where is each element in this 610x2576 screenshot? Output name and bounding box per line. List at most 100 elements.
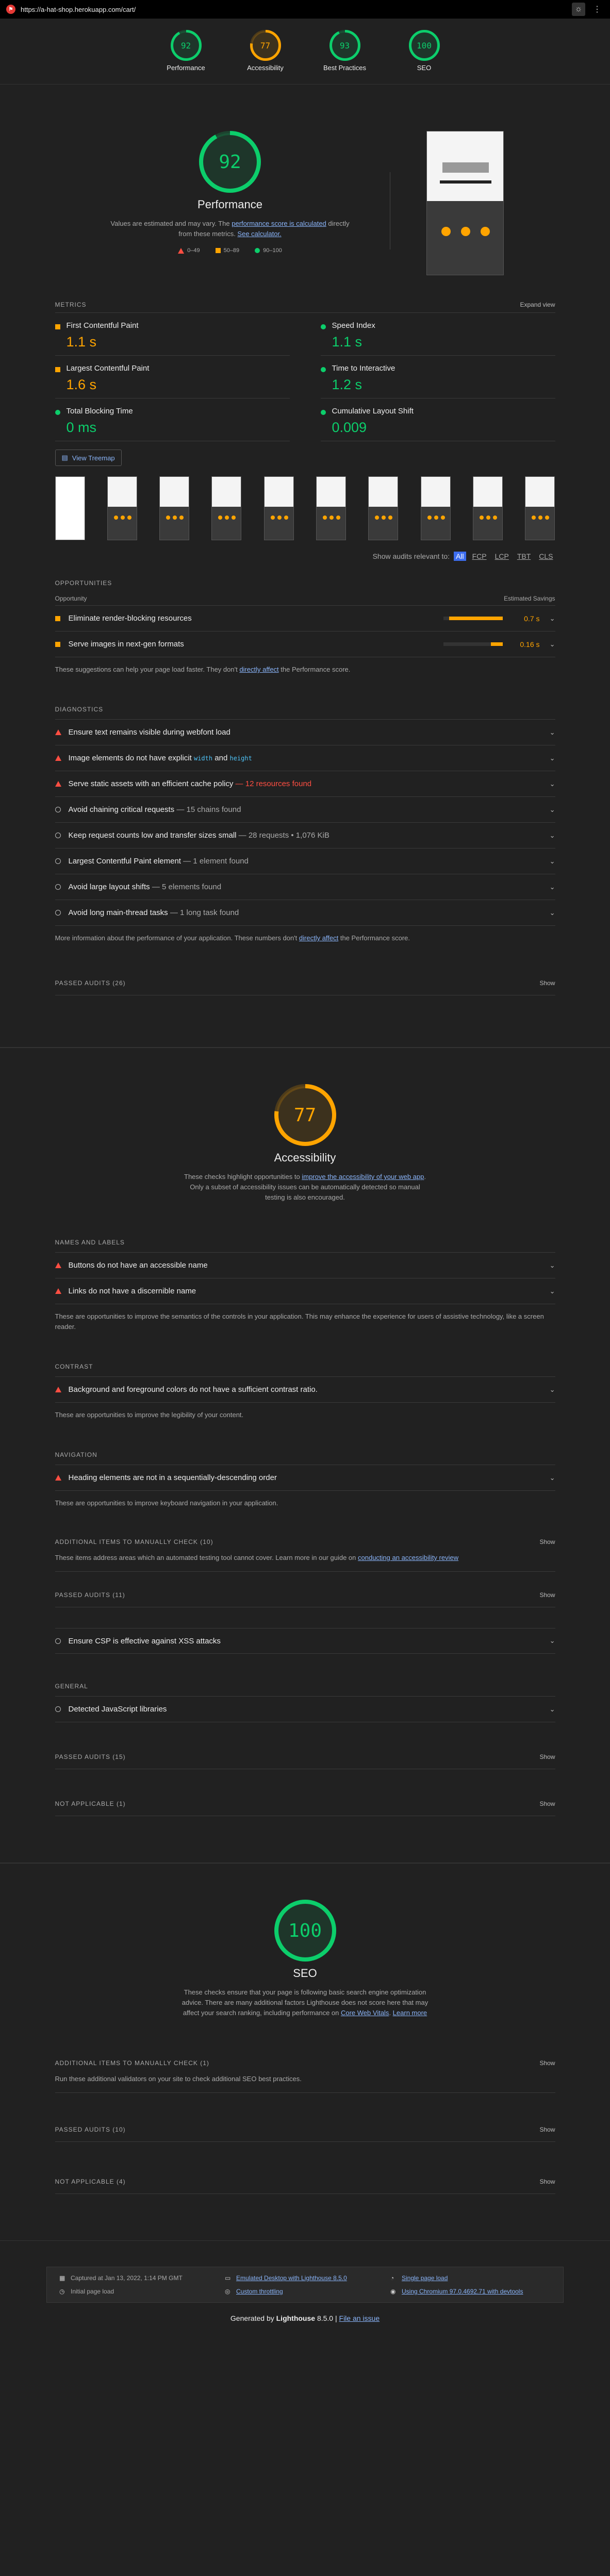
chromium-link[interactable]: Using Chromium 97.0.4692.71 with devtool… [402, 2287, 523, 2296]
metric-name: Time to Interactive [332, 364, 395, 373]
show-button[interactable]: Show [539, 1591, 555, 1599]
seo-manual-note: Run these additional validators on your … [55, 2074, 555, 2093]
fail-triangle-icon [178, 247, 185, 254]
score-summary: 92 Performance 77 Accessibility 93 Best Pract… [0, 19, 610, 85]
theme-toggle-icon[interactable]: ☼ [572, 3, 585, 16]
chevron-down-icon: ⌄ [549, 754, 555, 762]
emulated-desktop-link[interactable]: Emulated Desktop with Lighthouse 8.5.0 [236, 2273, 347, 2283]
chevron-down-icon: ⌄ [549, 1261, 555, 1269]
audit-row[interactable]: Buttons do not have an accessible name ⌄ [55, 1253, 555, 1278]
diagnostic-row[interactable]: Avoid long main-thread tasks — 1 long ta… [55, 900, 555, 926]
opportunities-header: OPPORTUNITIES [55, 579, 112, 587]
fail-triangle-icon [55, 1262, 61, 1268]
seo-manual-checks[interactable]: ADDITIONAL ITEMS TO MANUALLY CHECK (1) Sh… [55, 2059, 555, 2067]
show-button[interactable]: Show [539, 979, 555, 987]
directly-affect-link[interactable]: directly affect [299, 934, 338, 942]
show-button[interactable]: Show [539, 2059, 555, 2067]
metric-value: 1.2 s [332, 377, 362, 392]
diagnostic-row[interactable]: Avoid large layout shifts — 5 elements f… [55, 874, 555, 900]
audit-row[interactable]: Background and foreground colors do not … [55, 1377, 555, 1403]
pass-circle-icon [320, 324, 326, 329]
metric-value: 1.1 s [66, 334, 97, 350]
diagnostic-row[interactable]: Avoid chaining critical requests — 15 ch… [55, 797, 555, 823]
summary-gauge-seo[interactable]: 100 SEO [398, 30, 451, 84]
performance-category: 92 Performance Values are estimated and … [55, 85, 555, 995]
run-icon: ◔ [390, 2274, 394, 2282]
filmstrip-frame [263, 476, 294, 540]
filter-tbt[interactable]: TBT [515, 552, 533, 561]
calendar-icon: ▦ [59, 2274, 65, 2282]
opportunity-title: Serve images in next-gen formats [68, 640, 184, 649]
accessibility-category: 77 Accessibility These checks highlight … [55, 1084, 555, 1607]
a11y-passed-audits[interactable]: PASSED AUDITS (11) Show [55, 1591, 555, 1607]
perf-passed-audits[interactable]: PASSED AUDITS (26) Show [55, 979, 555, 995]
audit-row[interactable]: Detected JavaScript libraries ⌄ [55, 1697, 555, 1722]
filmstrip [55, 476, 555, 540]
single-page-load-link[interactable]: Single page load [402, 2273, 448, 2283]
gauge-score: 92 [219, 151, 241, 173]
chevron-down-icon: ⌄ [549, 728, 555, 736]
show-button[interactable]: Show [539, 1538, 555, 1545]
diagnostic-row[interactable]: Image elements do not have explicit widt… [55, 745, 555, 771]
gauge-score: 77 [293, 1104, 317, 1126]
diagnostic-row[interactable]: Largest Contentful Paint element — 1 ele… [55, 849, 555, 874]
bp-not-applicable[interactable]: NOT APPLICABLE (1) Show [55, 1800, 555, 1816]
opportunity-row[interactable]: Eliminate render-blocking resources 0.7 s… [55, 606, 555, 631]
show-button[interactable]: Show [539, 2178, 555, 2185]
final-screenshot[interactable] [426, 131, 504, 275]
chevron-down-icon: ⌄ [549, 1287, 555, 1295]
summary-gauge-best-practices[interactable]: 93 Best Practices [318, 30, 372, 84]
performance-score-link[interactable]: performance score is calculated [232, 220, 326, 227]
bp-passed-audits[interactable]: PASSED AUDITS (15) Show [55, 1753, 555, 1769]
diagnostic-row[interactable]: Ensure text remains visible during webfo… [55, 720, 555, 745]
summary-gauge-accessibility[interactable]: 77 Accessibility [239, 30, 292, 84]
directly-affect-link[interactable]: directly affect [239, 666, 278, 673]
show-button[interactable]: Show [539, 2126, 555, 2133]
audit-row[interactable]: Links do not have a discernible name ⌄ [55, 1278, 555, 1304]
treemap-icon: ▤ [61, 454, 68, 461]
file-issue-link[interactable]: File an issue [339, 2314, 380, 2322]
filter-fcp[interactable]: FCP [470, 552, 489, 561]
throttling: ◎ Custom throttling [225, 2287, 385, 2296]
filter-all[interactable]: All [454, 552, 466, 561]
a11y-group-header: NAVIGATION [55, 1451, 555, 1465]
metric-name: Total Blocking Time [66, 407, 133, 416]
diagnostic-row[interactable]: Serve static assets with an efficient ca… [55, 771, 555, 797]
performance-gauge: 92 [199, 131, 261, 193]
expand-view-toggle[interactable]: Expand view [520, 301, 555, 308]
metric-name: Cumulative Layout Shift [332, 407, 414, 416]
seo-description: These checks ensure that your page is fo… [182, 1988, 428, 2017]
a11y-manual-checks[interactable]: ADDITIONAL ITEMS TO MANUALLY CHECK (10) S… [55, 1538, 555, 1545]
accessibility-description: These checks highlight opportunities to … [184, 1173, 426, 1201]
seo-not-applicable[interactable]: NOT APPLICABLE (4) Show [55, 2178, 555, 2194]
filter-lcp[interactable]: LCP [493, 552, 511, 561]
audit-row[interactable]: Ensure CSP is effective against XSS atta… [55, 1628, 555, 1654]
show-button[interactable]: Show [539, 1800, 555, 1807]
info-circle-icon [55, 1706, 61, 1712]
more-menu-icon[interactable]: ⋮ [590, 3, 604, 16]
view-treemap-button[interactable]: ▤ View Treemap [55, 450, 122, 466]
audit-row[interactable]: Heading elements are not in a sequential… [55, 1465, 555, 1491]
a11y-group-header: CONTRAST [55, 1363, 555, 1377]
metric-item: Cumulative Layout Shift 0.009 [320, 398, 555, 441]
show-button[interactable]: Show [539, 1753, 555, 1760]
summary-gauge-performance[interactable]: 92 Performance [159, 30, 213, 84]
calculator-link[interactable]: See calculator. [237, 230, 281, 238]
improve-accessibility-link[interactable]: improve the accessibility of your web ap… [302, 1173, 424, 1181]
savings-value: 0.16 s [520, 640, 540, 649]
filter-cls[interactable]: CLS [537, 552, 555, 561]
core-web-vitals-link[interactable]: Core Web Vitals [341, 2009, 389, 2017]
filmstrip-frame [55, 476, 85, 540]
fail-triangle-icon [55, 781, 61, 787]
opportunity-row[interactable]: Serve images in next-gen formats 0.16 s ⌄ [55, 631, 555, 657]
a11y-group-note: These are opportunities to improve the s… [55, 1312, 544, 1331]
diagnostic-row[interactable]: Keep request counts low and transfer siz… [55, 823, 555, 849]
average-square-icon [55, 324, 60, 329]
seo-passed-audits[interactable]: PASSED AUDITS (10) Show [55, 2126, 555, 2142]
a11y-manual-note: These items address areas which an autom… [55, 1553, 555, 1572]
accessibility-review-link[interactable]: conducting an accessibility review [358, 1554, 458, 1561]
info-circle-icon [55, 910, 61, 916]
learn-more-link[interactable]: Learn more [393, 2009, 427, 2017]
chevron-down-icon: ⌄ [549, 1637, 555, 1644]
custom-throttling-link[interactable]: Custom throttling [236, 2287, 283, 2296]
